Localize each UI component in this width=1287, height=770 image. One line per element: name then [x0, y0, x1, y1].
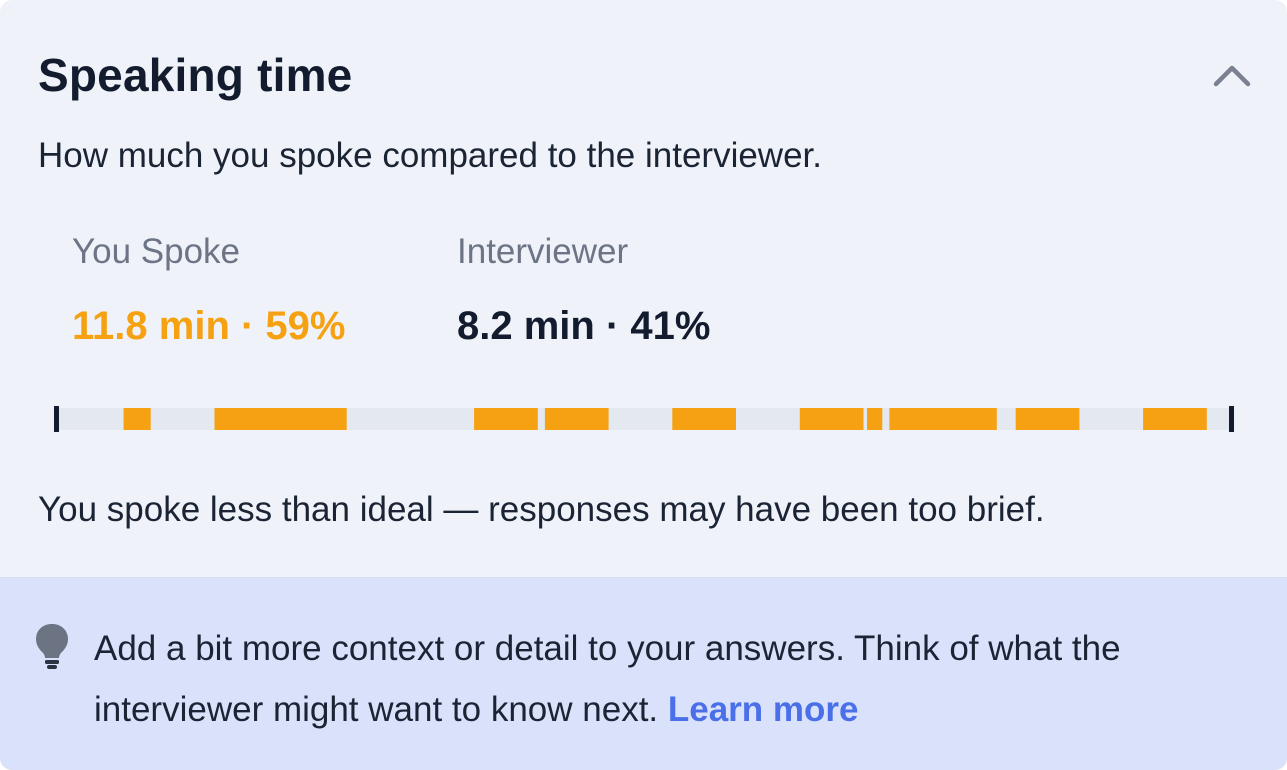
- speaking-feedback-message: You spoke less than ideal — responses ma…: [38, 490, 1045, 529]
- collapse-button[interactable]: [1208, 52, 1256, 100]
- speaking-time-card: Speaking time How much you spoke compare…: [0, 0, 1287, 770]
- chevron-up-icon: [1213, 65, 1251, 87]
- you-speaking-segment: [1015, 408, 1080, 430]
- timeline-start-marker: [54, 406, 59, 432]
- timeline-end-marker: [1229, 406, 1234, 432]
- tip-text: Add a bit more context or detail to your…: [94, 618, 1269, 740]
- tip-message: Add a bit more context or detail to your…: [94, 629, 1121, 729]
- card-title: Speaking time: [38, 49, 353, 101]
- you-speaking-segment: [799, 408, 864, 430]
- you-spoke-value: 11.8 min · 59%: [72, 304, 346, 348]
- you-speaking-segment: [544, 408, 609, 430]
- interviewer-value: 8.2 min · 41%: [457, 304, 711, 348]
- you-speaking-segment: [214, 408, 347, 430]
- you-speaking-segment: [672, 408, 736, 430]
- lightbulb-icon: [36, 624, 68, 669]
- you-spoke-label: You Spoke: [72, 232, 241, 271]
- you-speaking-segment: [1143, 408, 1207, 430]
- you-speaking-segment: [867, 408, 883, 430]
- learn-more-link[interactable]: Learn more: [668, 690, 859, 729]
- you-speaking-segment: [474, 408, 538, 430]
- card-subtitle: How much you spoke compared to the inter…: [38, 136, 822, 175]
- interviewer-label: Interviewer: [457, 232, 629, 271]
- speaking-timeline: [54, 406, 1234, 432]
- you-speaking-segment: [889, 408, 997, 430]
- you-speaking-segment: [123, 408, 151, 430]
